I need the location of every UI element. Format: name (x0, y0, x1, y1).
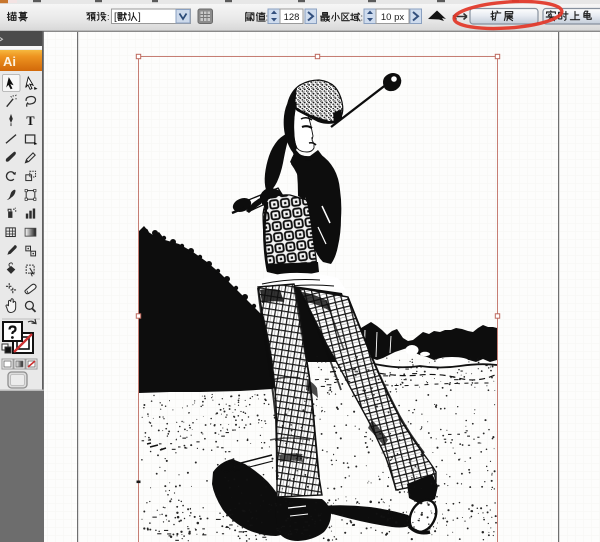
svg-text:[: [ (114, 12, 117, 23)
svg-text::: : (361, 13, 364, 23)
svg-text:Ai: Ai (3, 54, 16, 69)
svg-text:T: T (26, 114, 34, 128)
svg-text:10 px: 10 px (381, 12, 404, 23)
svg-text:128: 128 (284, 12, 300, 23)
svg-text::: : (107, 12, 110, 22)
svg-text:]: ] (138, 12, 141, 23)
